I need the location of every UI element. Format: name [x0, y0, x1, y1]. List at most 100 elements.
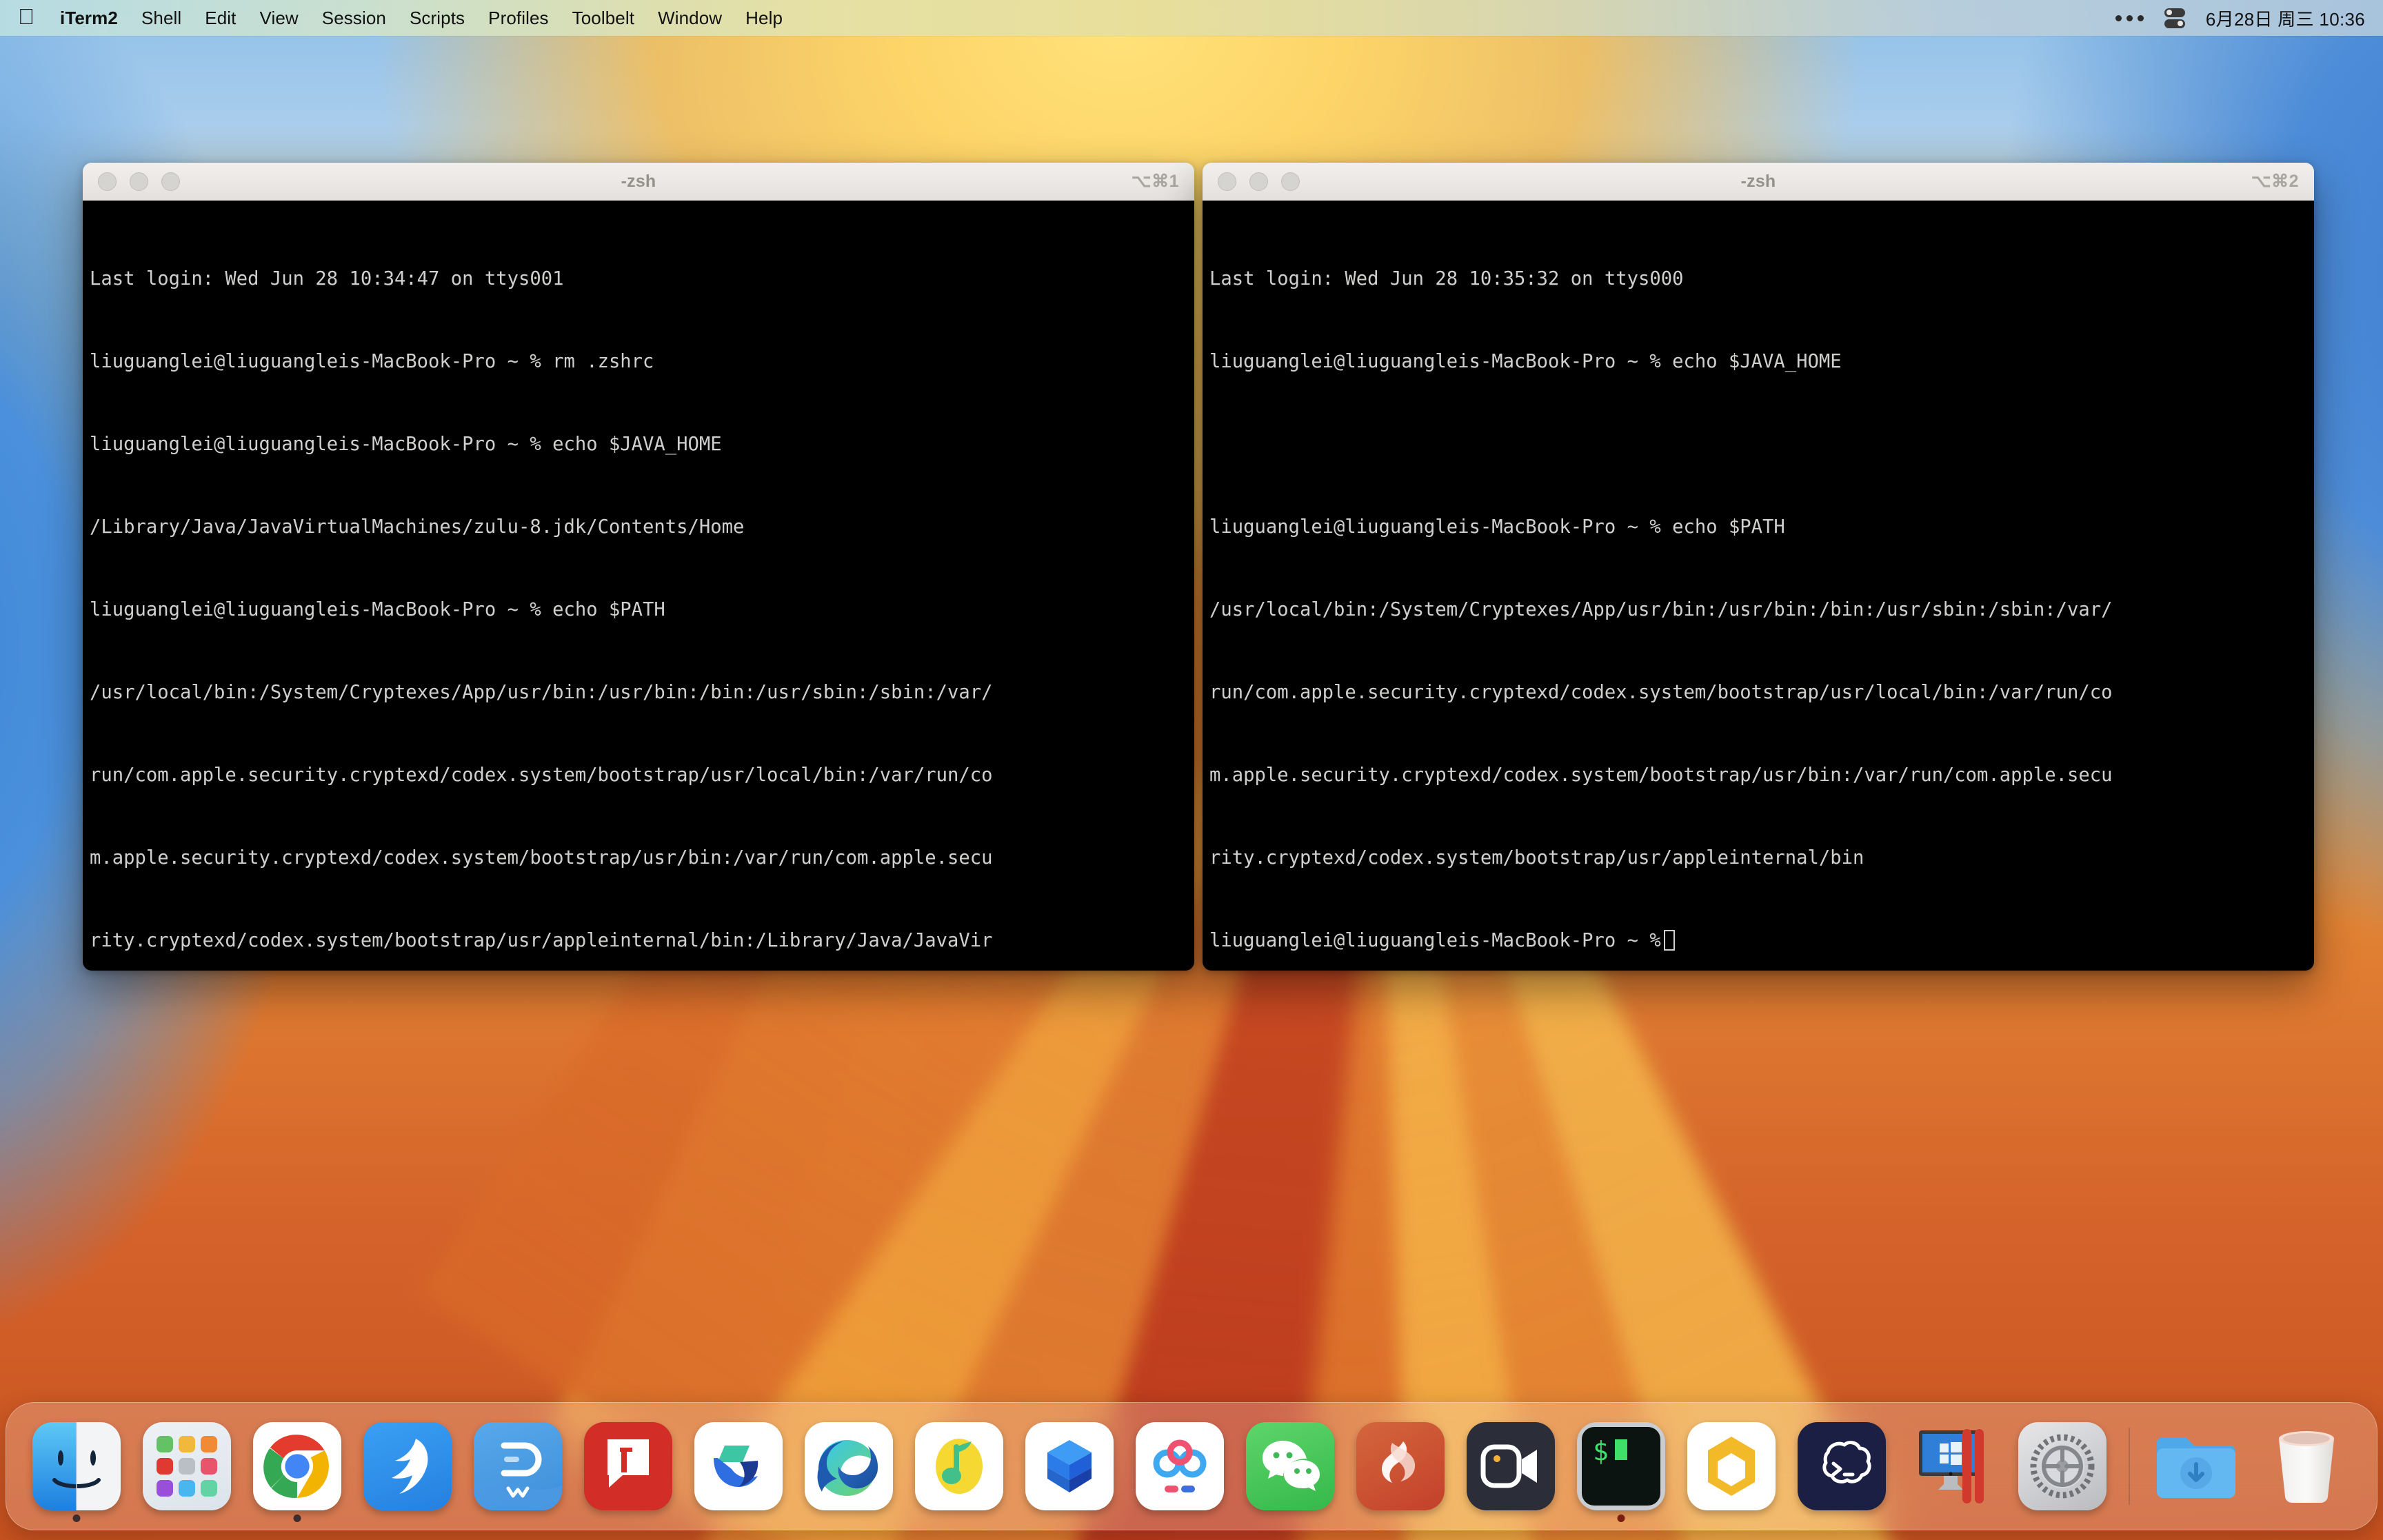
yuque-icon[interactable]	[694, 1422, 783, 1510]
system-settings-icon[interactable]	[2018, 1422, 2107, 1510]
dock-item-navicat[interactable]	[1676, 1402, 1787, 1530]
dock-item-system-settings[interactable]	[2007, 1402, 2118, 1530]
close-button[interactable]	[98, 172, 117, 191]
google-chrome-icon[interactable]	[253, 1422, 341, 1510]
terminal-line: Last login: Wed Jun 28 10:34:47 on ttys0…	[90, 268, 564, 290]
wondershare-icon[interactable]	[474, 1422, 562, 1510]
terminal-line: /Library/Java/JavaVirtualMachines/zulu-8…	[90, 516, 745, 538]
close-button[interactable]	[1218, 172, 1236, 191]
terminal-window-2[interactable]: -zsh ⌥⌘2 Last login: Wed Jun 28 10:35:32…	[1203, 163, 2314, 971]
termius-icon[interactable]	[1798, 1422, 1886, 1510]
terminal-output-1[interactable]: Last login: Wed Jun 28 10:34:47 on ttys0…	[83, 201, 1194, 971]
baidu-netdisk-icon[interactable]	[1136, 1422, 1224, 1510]
terminal-line: liuguanglei@liuguangleis-MacBook-Pro ~ %…	[1209, 351, 1842, 372]
parallels-desktop-icon[interactable]	[1908, 1422, 1996, 1510]
terminal-line: liuguanglei@liuguangleis-MacBook-Pro ~ %…	[90, 351, 654, 372]
control-center-icon[interactable]	[2164, 8, 2185, 28]
menu-bar-left:  iTerm2 Shell Edit View Session Scripts…	[0, 0, 794, 36]
qq-music-icon[interactable]	[915, 1422, 1003, 1510]
terminal-line: m.apple.security.cryptexd/codex.system/b…	[90, 847, 993, 869]
launchpad-icon[interactable]	[143, 1422, 231, 1510]
terminal-line: Last login: Wed Jun 28 10:35:32 on ttys0…	[1209, 268, 1684, 290]
menu-item-view[interactable]: View	[248, 0, 310, 36]
menu-item-shell[interactable]: Shell	[130, 0, 193, 36]
running-indicator	[1617, 1514, 1625, 1522]
dock-item-xmind[interactable]	[1345, 1402, 1456, 1530]
terminal-output-2[interactable]: Last login: Wed Jun 28 10:35:32 on ttys0…	[1203, 201, 2314, 971]
zoom-button[interactable]	[1281, 172, 1300, 191]
running-indicator	[72, 1514, 81, 1522]
minimize-button[interactable]	[1249, 172, 1268, 191]
terminal-line: liuguanglei@liuguangleis-MacBook-Pro ~ %…	[90, 434, 722, 455]
menu-item-window[interactable]: Window	[646, 0, 734, 36]
dock-item-youdao-note[interactable]	[573, 1402, 683, 1530]
dock-item-iterm2[interactable]: $	[1566, 1402, 1676, 1530]
terminal-line: run/com.apple.security.cryptexd/codex.sy…	[1209, 682, 2113, 703]
window-shortcut-hint: ⌥⌘1	[1131, 172, 1179, 191]
terminal-window-1[interactable]: -zsh ⌥⌘1 Last login: Wed Jun 28 10:34:47…	[83, 163, 1194, 971]
terminal-prompt-line: liuguanglei@liuguangleis-MacBook-Pro ~ %	[1209, 927, 2306, 955]
terminal-cursor	[1663, 930, 1675, 951]
window-title: -zsh	[621, 171, 656, 191]
apple-logo-icon[interactable]: 	[18, 6, 34, 28]
trash-icon[interactable]	[2262, 1422, 2351, 1510]
dock-separator	[2129, 1428, 2130, 1505]
window-titlebar[interactable]: -zsh ⌥⌘1	[83, 163, 1194, 201]
window-title: -zsh	[1740, 171, 1776, 191]
menu-item-edit[interactable]: Edit	[193, 0, 248, 36]
desktop:  iTerm2 Shell Edit View Session Scripts…	[0, 0, 2383, 1540]
finder-icon[interactable]	[32, 1422, 121, 1510]
dock-item-dingtalk[interactable]	[352, 1402, 463, 1530]
menu-item-session[interactable]: Session	[310, 0, 398, 36]
terminal-line: liuguanglei@liuguangleis-MacBook-Pro ~ %…	[90, 599, 665, 620]
dock-item-parallels-desktop[interactable]	[1897, 1402, 2007, 1530]
terminal-prompt: liuguanglei@liuguangleis-MacBook-Pro ~ %	[1209, 930, 1661, 951]
window-titlebar[interactable]: -zsh ⌥⌘2	[1203, 163, 2314, 201]
zoom-button[interactable]	[161, 172, 180, 191]
terminal-line: rity.cryptexd/codex.system/bootstrap/usr…	[90, 930, 993, 951]
terminal-line: rity.cryptexd/codex.system/bootstrap/usr…	[1209, 847, 1864, 869]
menu-item-help[interactable]: Help	[734, 0, 794, 36]
menu-extra-dots-icon[interactable]	[2115, 14, 2144, 21]
minimize-button[interactable]	[130, 172, 148, 191]
wechat-icon[interactable]	[1246, 1422, 1334, 1510]
iterm2-icon[interactable]: $	[1577, 1422, 1665, 1510]
xmind-icon[interactable]	[1356, 1422, 1445, 1510]
dock-item-trash[interactable]	[2251, 1402, 2362, 1530]
menu-item-scripts[interactable]: Scripts	[398, 0, 476, 36]
youdao-note-icon[interactable]	[584, 1422, 672, 1510]
menu-item-toolbelt[interactable]: Toolbelt	[561, 0, 646, 36]
terminal-line: /usr/local/bin:/System/Cryptexes/App/usr…	[90, 682, 993, 703]
dock-item-wondershare[interactable]	[463, 1402, 573, 1530]
dock-item-wechat[interactable]	[1235, 1402, 1345, 1530]
dock-item-feishu[interactable]	[1014, 1402, 1125, 1530]
dock-item-finder[interactable]	[21, 1402, 132, 1530]
dingtalk-icon[interactable]	[363, 1422, 452, 1510]
menu-bar-status-area: 6月28日 周三 10:36	[2115, 0, 2383, 36]
dock-item-tencent-meeting[interactable]	[1456, 1402, 1566, 1530]
dock-item-launchpad[interactable]	[132, 1402, 242, 1530]
dock-item-google-chrome[interactable]	[242, 1402, 352, 1530]
dock-item-qq-music[interactable]	[904, 1402, 1014, 1530]
dock[interactable]: $	[6, 1402, 2377, 1530]
menu-bar:  iTerm2 Shell Edit View Session Scripts…	[0, 0, 2383, 36]
terminal-line: run/com.apple.security.cryptexd/codex.sy…	[90, 764, 993, 786]
menu-item-profiles[interactable]: Profiles	[476, 0, 561, 36]
downloads-folder-icon[interactable]	[2152, 1422, 2240, 1510]
tencent-meeting-icon[interactable]	[1467, 1422, 1555, 1510]
dock-item-downloads-folder[interactable]	[2141, 1402, 2251, 1530]
menu-item-iterm2[interactable]: iTerm2	[48, 0, 130, 36]
dock-item-termius[interactable]	[1787, 1402, 1897, 1530]
terminal-line: /usr/local/bin:/System/Cryptexes/App/usr…	[1209, 599, 2113, 620]
feishu-icon[interactable]	[1025, 1422, 1114, 1510]
microsoft-edge-icon[interactable]	[805, 1422, 893, 1510]
dock-item-baidu-netdisk[interactable]	[1125, 1402, 1235, 1530]
running-indicator	[293, 1514, 301, 1522]
traffic-lights[interactable]	[83, 172, 180, 191]
traffic-lights[interactable]	[1203, 172, 1300, 191]
menu-bar-clock[interactable]: 6月28日 周三 10:36	[2206, 6, 2365, 31]
dock-item-microsoft-edge[interactable]	[794, 1402, 904, 1530]
dock-item-yuque[interactable]	[683, 1402, 794, 1530]
navicat-icon[interactable]	[1687, 1422, 1776, 1510]
